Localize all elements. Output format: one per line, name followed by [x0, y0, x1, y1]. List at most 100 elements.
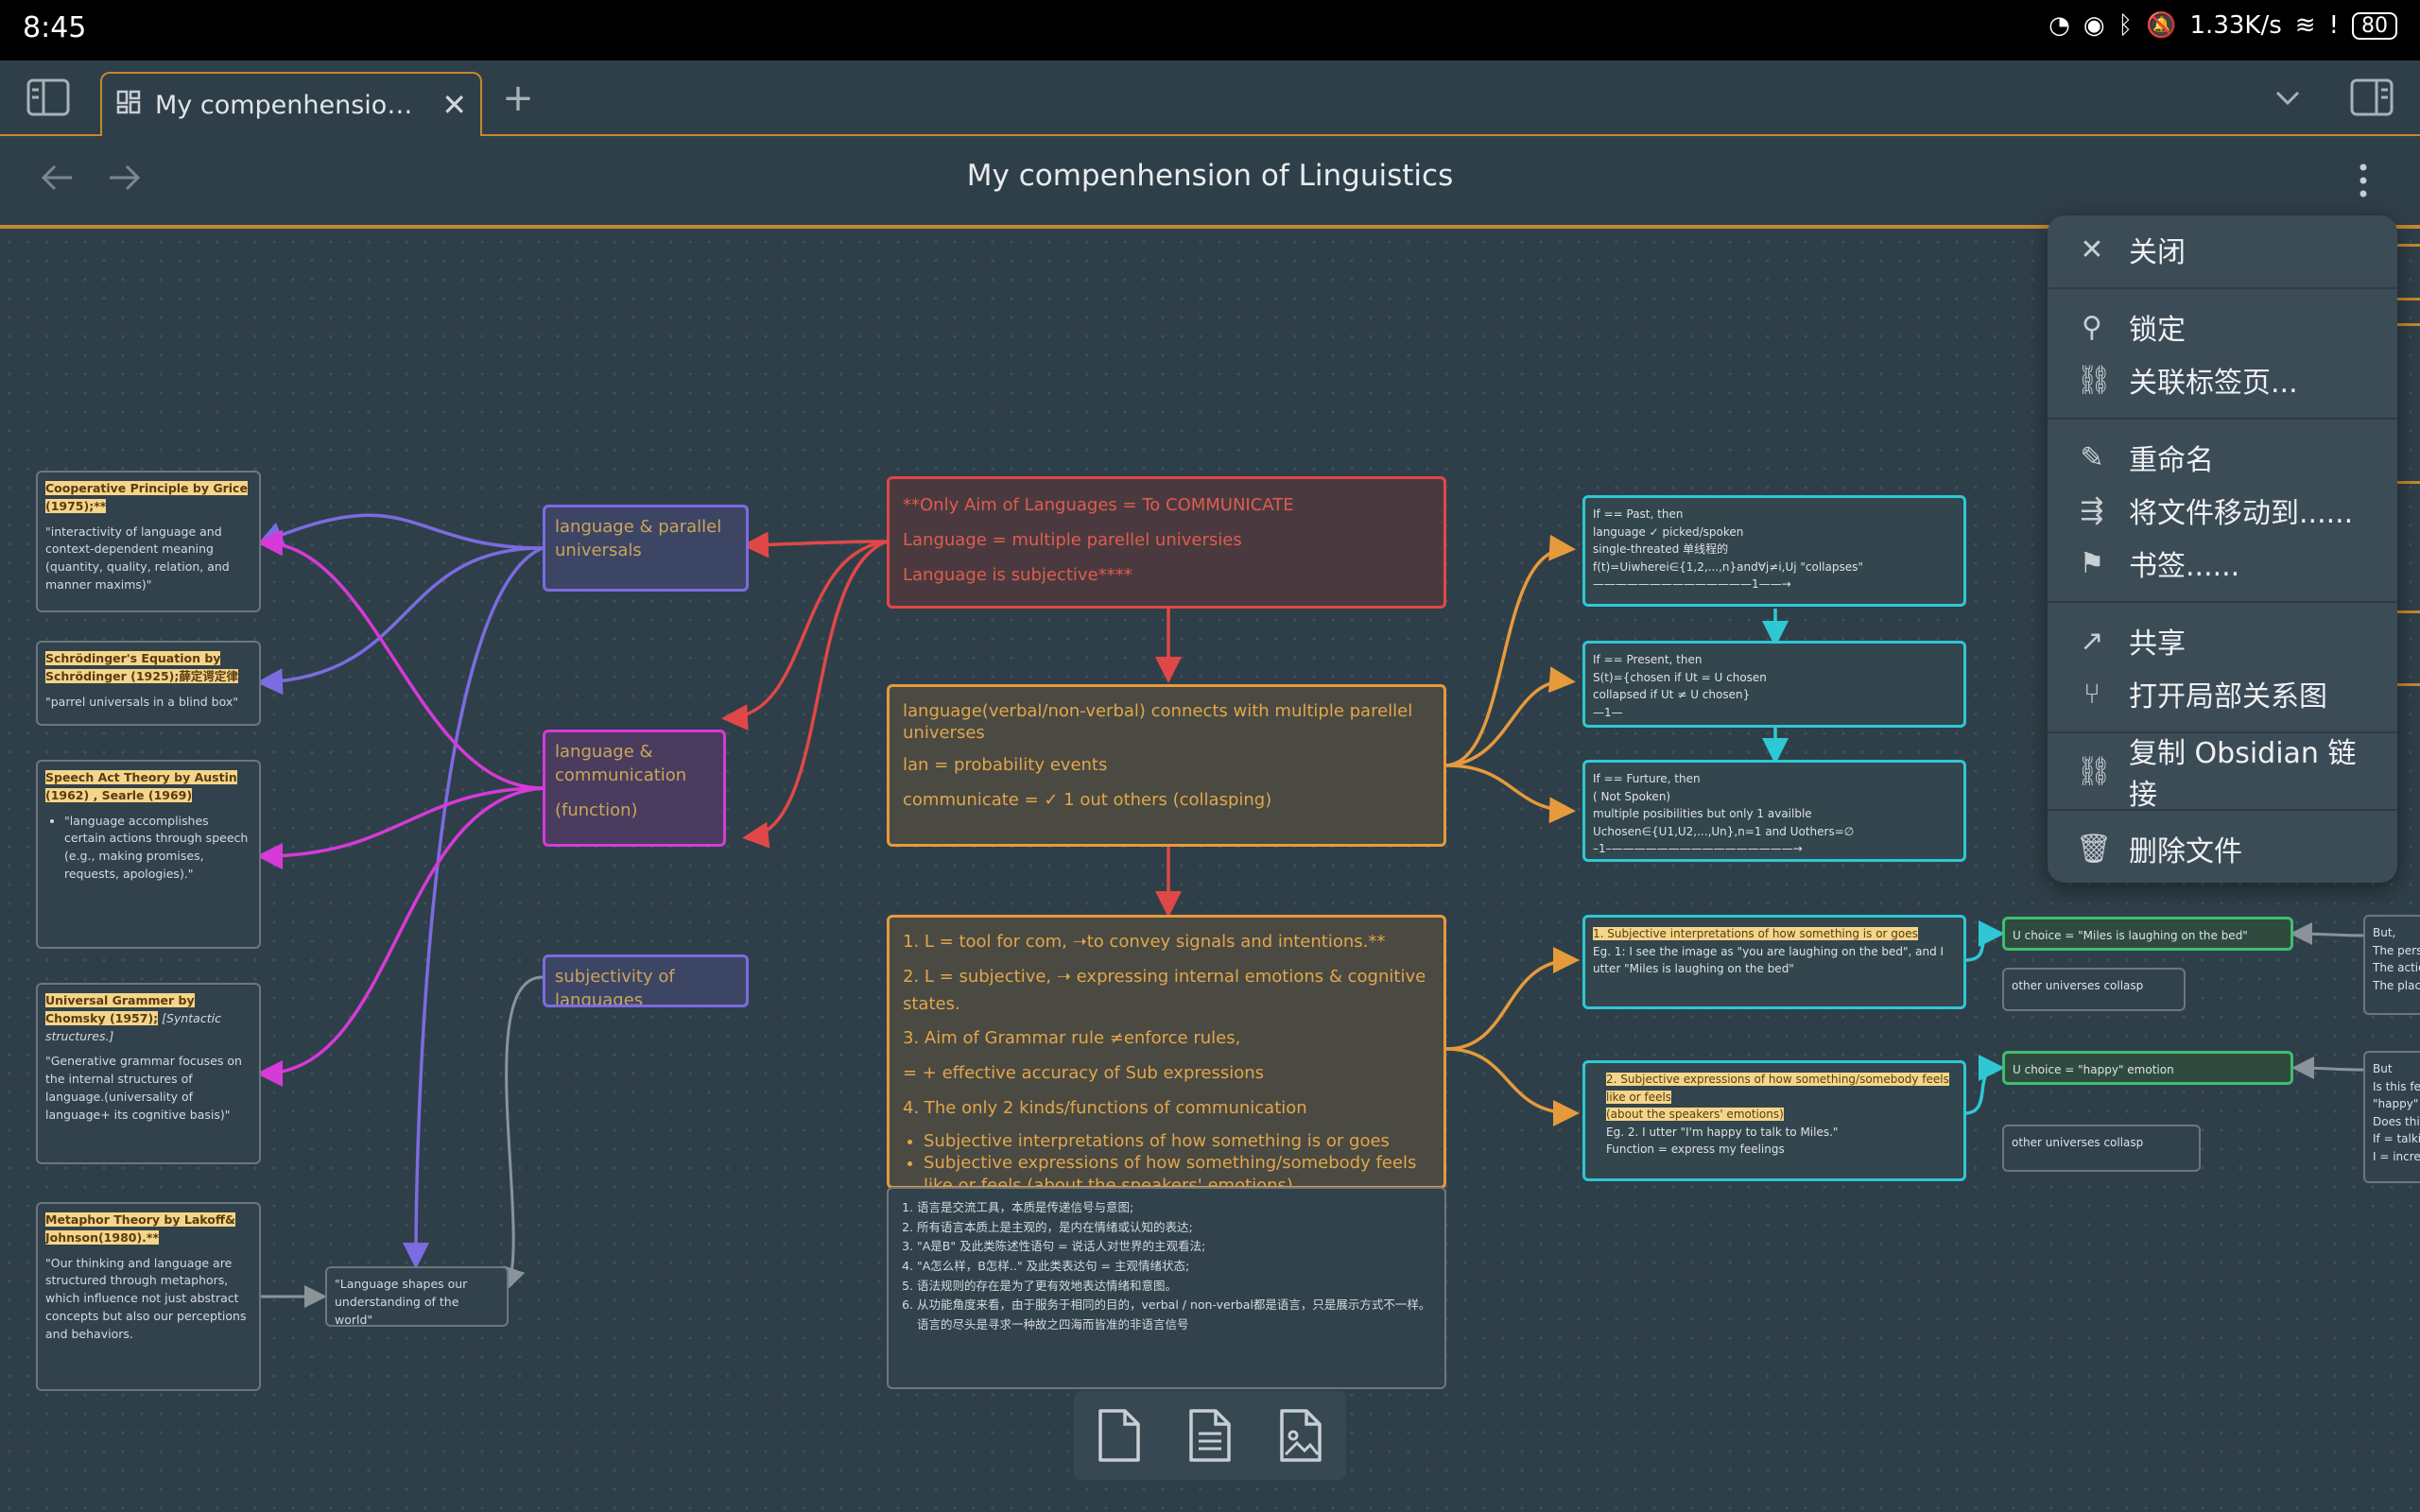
node-future[interactable]: If == Furture, then ( Not Spoken) multip…: [1582, 760, 1966, 862]
quote-card[interactable]: "Language shapes our understanding of th…: [325, 1266, 509, 1327]
theory-card-metaphor[interactable]: Metaphor Theory by Lakoff& Johnson(1980)…: [36, 1202, 261, 1391]
menu-item-label: 重命名: [2129, 444, 2214, 477]
tab-title: My compenhension o...: [155, 90, 429, 120]
note-title[interactable]: My compenhension of Linguistics: [0, 159, 2420, 193]
node-subjective-interpretations[interactable]: 1. Subjective interpretations of how som…: [1582, 915, 1966, 1009]
edge-comm-to-speechact: [256, 786, 544, 869]
theory-card-speech-act[interactable]: Speech Act Theory by Austin (1962) , Sea…: [36, 760, 261, 949]
menu-item-pin[interactable]: ⚲ 锁定: [2048, 301, 2397, 353]
menu-item-label: 共享: [2129, 627, 2186, 661]
menu-separator: [2048, 418, 2397, 420]
theory-card-grice[interactable]: Cooperative Principle by Grice (1975);**…: [36, 471, 261, 612]
theory-card-chomsky[interactable]: Universal Grammer by Chomsky (1957); [Sy…: [36, 983, 261, 1164]
move-icon: ⇶: [2080, 493, 2104, 527]
menu-item-close[interactable]: ✕ 关闭: [2048, 223, 2397, 276]
node-collapse-2[interactable]: other universes collasp: [2002, 1125, 2201, 1172]
system-status-bar: 8:45 ◔ ◉ ᛒ 🔕 1.33K/s ≋ ! 80: [0, 0, 2420, 60]
new-tab-button[interactable]: +: [497, 77, 539, 120]
node-chinese-summary[interactable]: 语言是交流工具，本质是传递信号与意图; 所有语言本质上是主观的，是内在情绪或认知…: [887, 1187, 1446, 1389]
menu-separator: [2048, 287, 2397, 289]
bookmark-icon: ⚑: [2079, 546, 2105, 580]
theory-card-schrodinger[interactable]: Schrödinger's Equation by Schrödinger (1…: [36, 641, 261, 726]
box-line: 1. L = tool for com, ➝to convey signals …: [903, 932, 1386, 952]
menu-item-delete[interactable]: 🗑 删除文件: [2048, 822, 2397, 875]
box-line: 3. Aim of Grammar rule ≠enforce rules,: [903, 1028, 1241, 1049]
card-body: "parrel universals in a blind box": [45, 694, 238, 709]
graph-icon: ⑂: [2083, 677, 2100, 711]
card-body: "interactivity of language and context-d…: [45, 524, 230, 592]
node-subjectivity[interactable]: subjectivity of languages: [543, 954, 749, 1007]
close-tab-icon[interactable]: ✕: [441, 87, 467, 123]
menu-item-label: 将文件移动到......: [2129, 497, 2354, 530]
box-line: S(t)={chosen if Ut = U chosen: [1593, 670, 1767, 684]
card-title: Cooperative Principle by Grice (1975);**: [45, 481, 248, 513]
battery-level: 80: [2352, 11, 2397, 40]
box-title: (about the speakers' emotions): [1606, 1108, 1784, 1122]
view-header: My compenhension of Linguistics: [0, 138, 2420, 229]
box-line: If == Present, then: [1593, 653, 1703, 666]
node-parallel-universals[interactable]: language & parallel universals: [543, 505, 749, 592]
node-label-line: (function): [555, 800, 638, 821]
canvas-add-toolbar: [1074, 1391, 1346, 1480]
tab-list-chevron-down-icon[interactable]: [2267, 77, 2308, 119]
box-line: Uchosen∈{U1,U2,...,Un},n=1 and Uothers=∅: [1593, 824, 1855, 838]
edge-top-to-subjectivity: [742, 540, 888, 849]
node-choice-1[interactable]: U choice = "Miles is laughing on the bed…: [2002, 917, 2293, 951]
node-choice-2[interactable]: U choice = "happy" emotion: [2002, 1051, 2293, 1085]
node-parallel-connections[interactable]: language(verbal/non-verbal) connects wit…: [887, 684, 1446, 847]
canvas-icon: [115, 89, 142, 122]
node-aim-of-languages[interactable]: **Only Aim of Languages = To COMMUNICATE…: [887, 476, 1446, 609]
edge-far1-to-choice1: [2290, 922, 2364, 946]
node-collapse-1[interactable]: other universes collasp: [2002, 968, 2186, 1011]
status-icons: ◔ ◉ ᛒ 🔕 1.33K/s ≋ ! 80: [2048, 11, 2397, 40]
right-sidebar-toggle-icon[interactable]: [2348, 74, 2395, 121]
more-options-icon[interactable]: [2344, 157, 2382, 204]
node-subjective-expressions[interactable]: 2. Subjective expressions of how somethi…: [1582, 1060, 1966, 1181]
node-far-right-1[interactable]: But, The perso The actio The place: [2363, 915, 2420, 1015]
edge-parallel-to-grice: [256, 513, 544, 550]
node-label: subjectivity of languages: [555, 967, 675, 1007]
add-note-icon[interactable]: [1184, 1405, 1236, 1466]
box-line: The place: [2373, 978, 2420, 992]
link-icon: ⛓: [2076, 363, 2113, 397]
box-line: = + effective accuracy of Sub expression…: [903, 1063, 1265, 1084]
box-line: f(t)=Uiwherei∈{1,2,...,n}and∀j≠i,Uj "col…: [1593, 559, 1863, 574]
box-line: Eg. 1: I see the image as "you are laugh…: [1593, 944, 1945, 976]
collapse-text: other universes collasp: [2012, 1136, 2144, 1149]
node-communication[interactable]: language & communication (function): [543, 730, 726, 847]
box-line: lan = probability events: [903, 754, 1108, 775]
summary-item: 从功能角度来看，由于服务于相同的目的，verbal / non-verbal都是…: [917, 1296, 1433, 1334]
node-functions-of-language[interactable]: 1. L = tool for com, ➝to convey signals …: [887, 915, 1446, 1189]
box-title: 2. Subjective expressions of how somethi…: [1606, 1073, 1949, 1104]
box-line: single-threated 单线程的: [1593, 542, 1729, 557]
node-far-right-2[interactable]: But Is this fee "happy" Does this If = t…: [2363, 1051, 2420, 1183]
menu-item-move[interactable]: ⇶ 将文件移动到......: [2048, 484, 2397, 537]
menu-item-link-tab[interactable]: ⛓ 关联标签页...: [2048, 353, 2397, 406]
trash-icon: 🗑: [2076, 832, 2113, 866]
box-line: If = talkin: [2373, 1132, 2420, 1146]
menu-item-local-graph[interactable]: ⑂ 打开局部关系图: [2048, 667, 2397, 720]
tab-current-note[interactable]: My compenhension o... ✕: [100, 72, 482, 136]
box-line: **Only Aim of Languages = To COMMUNICATE: [903, 495, 1294, 515]
menu-item-rename[interactable]: ✎ 重命名: [2048, 431, 2397, 484]
box-line: If == Past, then: [1593, 507, 1684, 521]
pencil-icon: ✎: [2080, 440, 2104, 474]
add-media-icon[interactable]: [1274, 1405, 1327, 1466]
left-sidebar-toggle-icon[interactable]: [25, 74, 72, 121]
add-card-icon[interactable]: [1093, 1405, 1146, 1466]
edge-far2-to-choice2: [2291, 1057, 2364, 1080]
menu-item-copy-link[interactable]: ⛓ 复制 Obsidian 链接: [2048, 737, 2397, 812]
box-bullet: Subjective interpretations of how someth…: [924, 1130, 1430, 1152]
box-line: –1–————————————————→: [1593, 842, 1803, 856]
box-line: multiple posibilities but only 1 availbl…: [1593, 807, 1812, 821]
card-title: Schrödinger's Equation by Schrödinger (1…: [45, 651, 238, 683]
box-line: language ✓ picked/spoken: [1593, 524, 1744, 539]
node-present[interactable]: If == Present, then S(t)={chosen if Ut =…: [1582, 641, 1966, 728]
edge-middle-to-present: [1445, 666, 1576, 767]
box-bullet: Subjective expressions of how something/…: [924, 1152, 1430, 1186]
node-past[interactable]: If == Past, then language ✓ picked/spoke…: [1582, 495, 1966, 607]
box-line: ( Not Spoken): [1593, 789, 1671, 803]
menu-item-share[interactable]: ↗ 共享: [2048, 614, 2397, 667]
menu-item-bookmark[interactable]: ⚑ 书签......: [2048, 537, 2397, 590]
edge-bottom-to-interp: [1445, 947, 1580, 1051]
